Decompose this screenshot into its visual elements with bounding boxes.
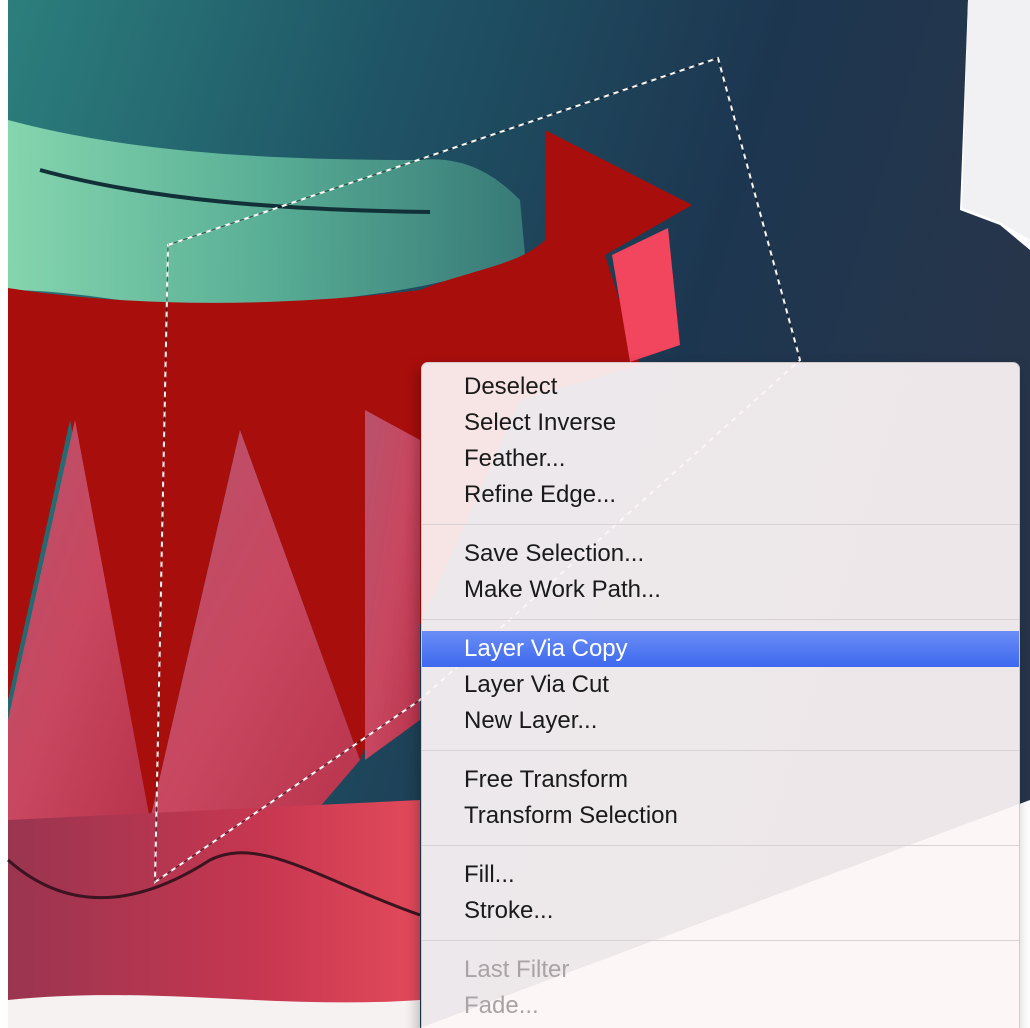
menu-separator [422, 750, 1019, 751]
menu-item-save-selection[interactable]: Save Selection... [422, 536, 1019, 572]
menu-item-transform-selection[interactable]: Transform Selection [422, 798, 1019, 834]
right-light-edge [962, 0, 1030, 240]
menu-item-stroke[interactable]: Stroke... [422, 893, 1019, 929]
menu-item-refine-edge[interactable]: Refine Edge... [422, 477, 1019, 513]
menu-item-deselect[interactable]: Deselect [422, 369, 1019, 405]
menu-separator [422, 845, 1019, 846]
menu-item-last-filter: Last Filter [464, 956, 570, 983]
photoshop-canvas-stage: Deselect Select Inverse Feather... Refin… [0, 0, 1030, 1028]
menu-item-layer-via-copy[interactable]: Layer Via Copy [422, 631, 1019, 667]
menu-item-layer-via-cut[interactable]: Layer Via Cut [422, 667, 1019, 703]
menu-item-fade: Fade... [464, 992, 539, 1019]
menu-item-select-inverse[interactable]: Select Inverse [422, 405, 1019, 441]
menu-separator [422, 619, 1019, 620]
menu-item-free-transform[interactable]: Free Transform [422, 762, 1019, 798]
context-menu: Deselect Select Inverse Feather... Refin… [421, 362, 1020, 1028]
menu-item-feather[interactable]: Feather... [422, 441, 1019, 477]
menu-item-make-work-path[interactable]: Make Work Path... [422, 572, 1019, 608]
menu-item-new-layer[interactable]: New Layer... [422, 703, 1019, 739]
menu-separator [422, 940, 1019, 941]
bottom-pink-area [8, 800, 420, 1028]
menu-item-fill[interactable]: Fill... [422, 857, 1019, 893]
menu-separator [422, 524, 1019, 525]
pink-triangle-right [365, 410, 420, 760]
